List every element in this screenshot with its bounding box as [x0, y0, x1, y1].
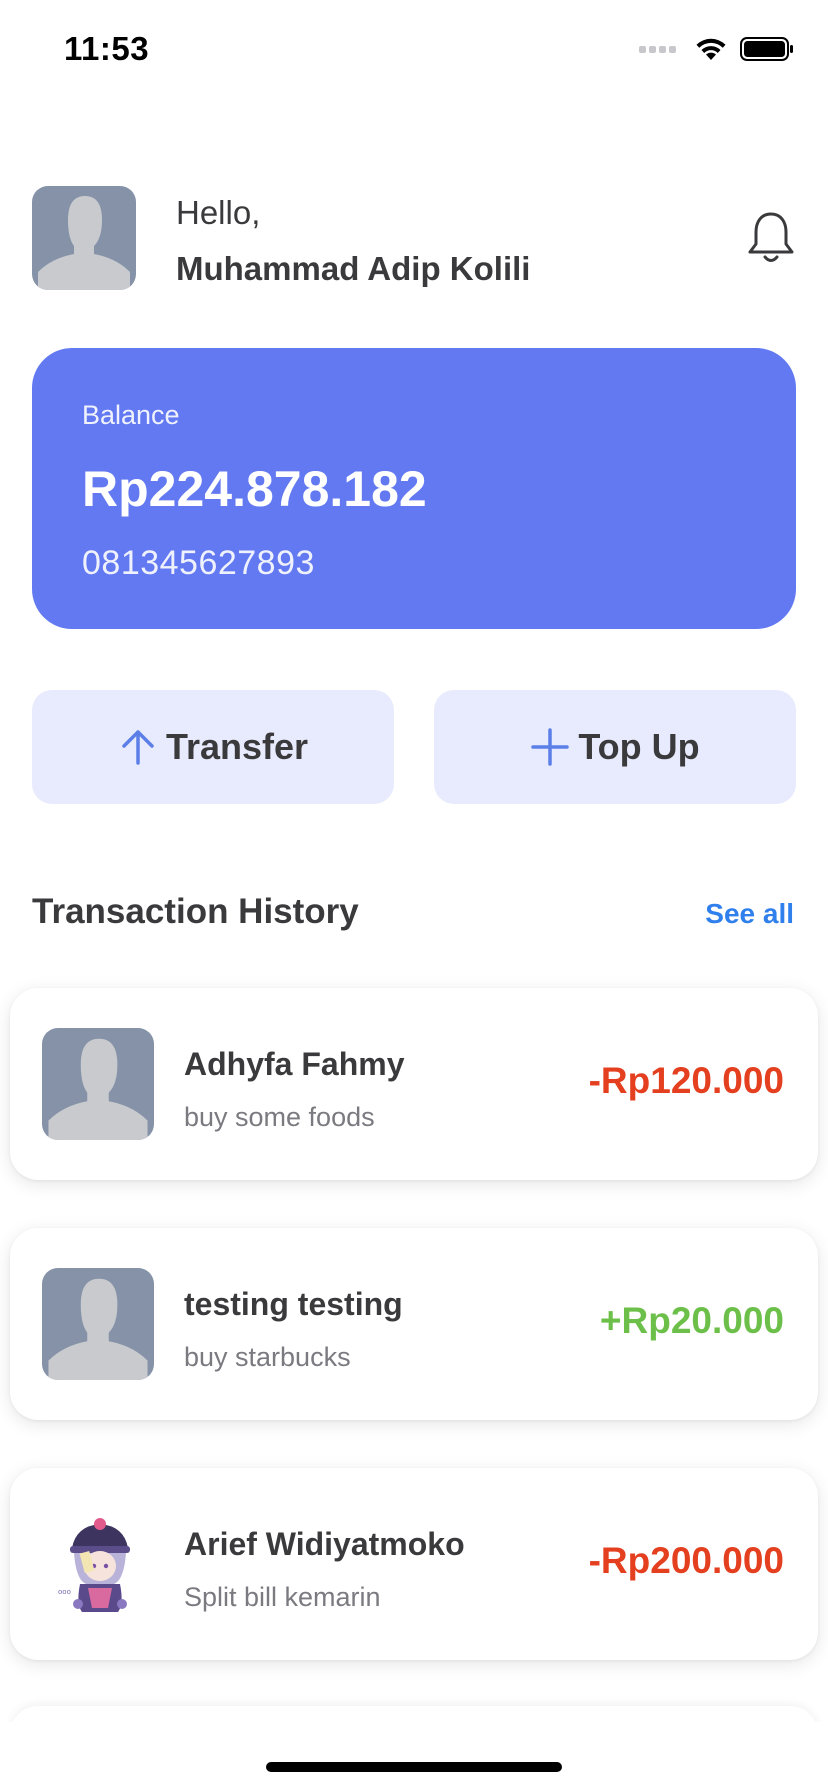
transaction-amount: -Rp120.000	[588, 1060, 784, 1101]
top-up-label: Top Up	[578, 726, 700, 767]
anime-character-avatar: ooo	[42, 1508, 154, 1620]
phone-number: 081345627893	[82, 544, 315, 582]
default-avatar-icon	[42, 1028, 154, 1140]
status-bar: 11:53	[0, 0, 828, 100]
svg-text:ooo: ooo	[58, 1588, 71, 1596]
arrow-up-icon	[122, 730, 154, 765]
transaction-avatar	[42, 1028, 154, 1140]
transaction-name: Arief Widiyatmoko	[184, 1526, 465, 1562]
transaction-card[interactable]: ooo Arief Widiyatmoko Split bill kemarin…	[10, 1468, 818, 1660]
transaction-history-title: Transaction History	[32, 892, 359, 931]
bell-icon	[748, 212, 794, 262]
see-all-link[interactable]: See all	[705, 898, 794, 930]
transaction-amount: +Rp20.000	[599, 1300, 784, 1341]
balance-card[interactable]: Balance Rp224.878.182 081345627893	[32, 348, 796, 629]
balance-label: Balance	[82, 400, 180, 430]
transaction-note: buy starbucks	[184, 1342, 351, 1372]
wifi-icon	[696, 38, 726, 60]
transaction-avatar	[42, 1268, 154, 1380]
signal-icon	[639, 45, 676, 53]
status-time: 11:53	[64, 30, 150, 67]
transaction-card[interactable]: Adhyfa Fahmy buy some foods -Rp120.000	[10, 988, 818, 1180]
header: Hello, Muhammad Adip Kolili	[32, 186, 796, 290]
battery-icon	[740, 37, 793, 61]
plus-icon	[531, 728, 570, 766]
transaction-name: Adhyfa Fahmy	[184, 1046, 405, 1082]
transaction-name: testing testing	[184, 1286, 403, 1322]
balance-amount: Rp224.878.182	[82, 461, 427, 517]
bottom-safe-area	[0, 1722, 828, 1792]
transfer-label: Transfer	[165, 726, 309, 767]
notification-button[interactable]	[746, 210, 796, 266]
transaction-amount: -Rp200.000	[588, 1540, 784, 1581]
default-avatar-icon	[42, 1268, 154, 1380]
user-avatar[interactable]	[32, 186, 136, 290]
transaction-note: Split bill kemarin	[184, 1582, 381, 1612]
greeting-text: Hello,	[176, 194, 261, 231]
home-indicator[interactable]	[266, 1762, 562, 1772]
default-avatar-icon	[32, 186, 136, 290]
transaction-avatar: ooo	[42, 1508, 154, 1620]
top-up-button[interactable]: Top Up	[434, 690, 796, 804]
transaction-note: buy some foods	[184, 1102, 375, 1132]
status-icons	[639, 36, 794, 62]
transaction-card[interactable]: testing testing buy starbucks +Rp20.000	[10, 1228, 818, 1420]
transfer-button[interactable]: Transfer	[32, 690, 394, 804]
action-buttons: Transfer Top Up	[32, 690, 796, 804]
user-name: Muhammad Adip Kolili	[176, 250, 531, 287]
